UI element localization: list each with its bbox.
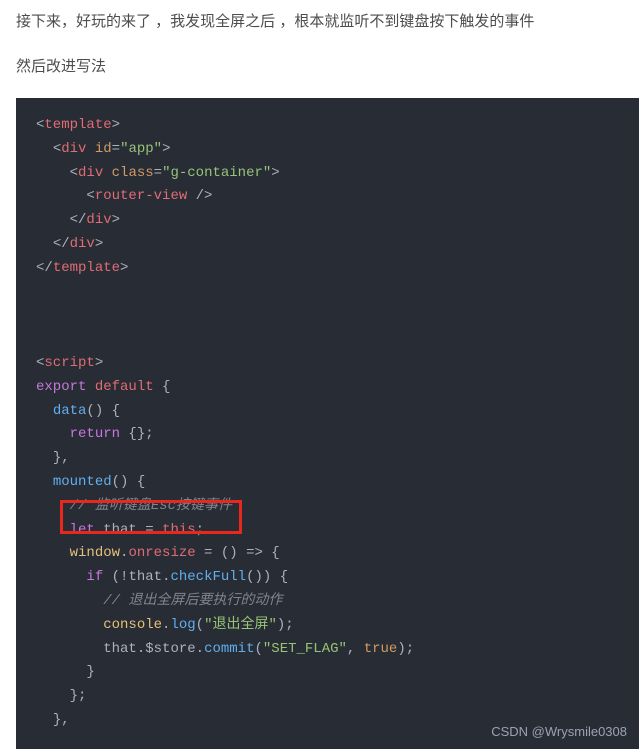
code-block: <template> <div id="app"> <div class="g-… [16, 98, 639, 749]
paragraph-2: 然后改进写法 [16, 53, 623, 80]
paragraph-1: 接下来，好玩的来了 ，我发现全屏之后 ，根本就监听不到键盘按下触发的事件 [16, 8, 623, 35]
article-body: 接下来，好玩的来了 ，我发现全屏之后 ，根本就监听不到键盘按下触发的事件 然后改… [0, 0, 639, 80]
watermark: CSDN @Wrysmile0308 [491, 721, 627, 743]
